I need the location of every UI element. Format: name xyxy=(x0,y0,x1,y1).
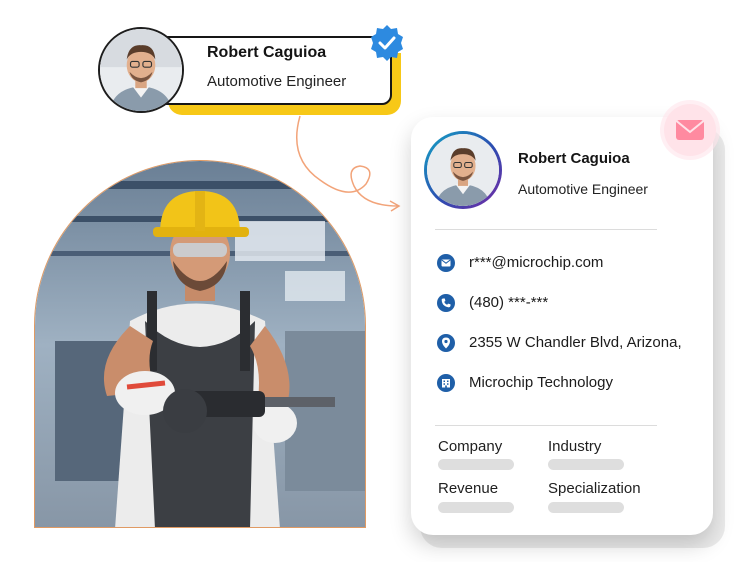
divider xyxy=(435,229,657,230)
building-icon xyxy=(437,374,455,392)
avatar-portrait xyxy=(427,134,499,206)
factory-worker-illustration xyxy=(35,161,365,527)
contact-card: Robert Caguioa Automotive Engineer r***@… xyxy=(411,117,713,535)
field-industry-label: Industry xyxy=(548,438,602,455)
card-title: Automotive Engineer xyxy=(518,181,648,197)
phone-icon xyxy=(437,294,455,312)
field-company-placeholder xyxy=(438,459,514,470)
location-pin-icon xyxy=(437,334,455,352)
card-avatar xyxy=(424,131,502,209)
mail-bubble[interactable] xyxy=(664,104,716,156)
worker-photo xyxy=(34,160,366,528)
field-specialization-placeholder xyxy=(548,502,624,513)
field-company-label: Company xyxy=(438,438,503,455)
address-text: 2355 W Chandler Blvd, Arizona, xyxy=(469,334,682,351)
badge-title: Automotive Engineer xyxy=(207,73,347,90)
email-text: r***@microchip.com xyxy=(469,254,604,271)
field-industry-placeholder xyxy=(548,459,624,470)
envelope-icon xyxy=(675,120,705,140)
field-specialization-label: Specialization xyxy=(548,480,641,497)
phone-text: (480) ***-*** xyxy=(469,294,549,311)
avatar-portrait xyxy=(100,29,182,111)
divider xyxy=(435,425,657,426)
card-name: Robert Caguioa xyxy=(518,150,630,167)
badge-avatar xyxy=(98,27,184,113)
badge-name: Robert Caguioa xyxy=(207,44,327,61)
company-text: Microchip Technology xyxy=(469,374,613,391)
field-revenue-placeholder xyxy=(438,502,514,513)
field-revenue-label: Revenue xyxy=(438,480,499,497)
email-icon xyxy=(437,254,455,272)
profile-badge: Robert Caguioa Automotive Engineer xyxy=(156,36,392,105)
verified-badge-icon xyxy=(371,25,403,61)
